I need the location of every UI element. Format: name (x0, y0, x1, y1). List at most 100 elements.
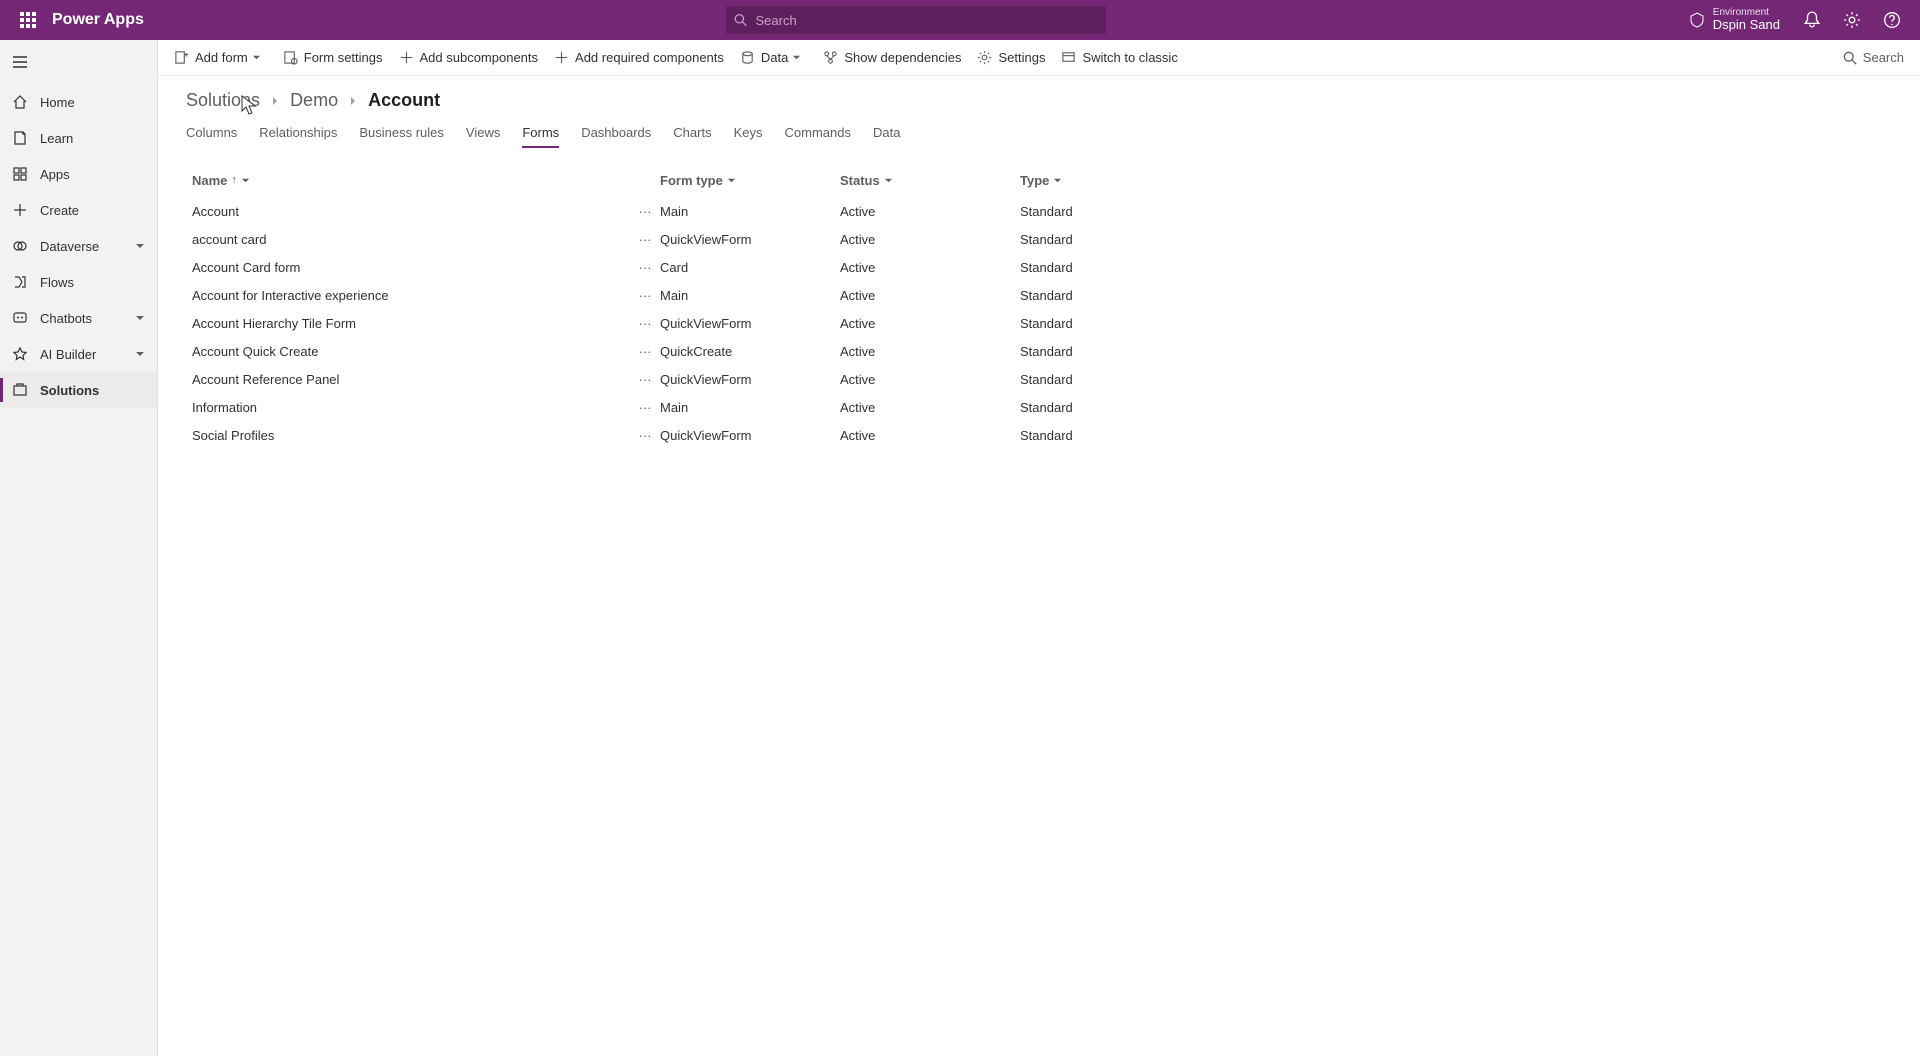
cmd-switch-classic[interactable]: Switch to classic (1061, 50, 1177, 65)
cmd-search[interactable]: Search (1843, 50, 1904, 65)
header-status[interactable]: Status (840, 173, 893, 188)
settings-button[interactable] (1832, 0, 1872, 40)
nav-flows[interactable]: Flows (0, 264, 157, 300)
cmd-data[interactable]: Data (740, 50, 807, 65)
row-more-button[interactable]: ··· (630, 400, 660, 415)
row-more-button[interactable]: ··· (630, 428, 660, 443)
switch-icon (1061, 50, 1076, 65)
breadcrumb: Solutions Demo Account (186, 90, 1892, 111)
header-type[interactable]: Type (1020, 173, 1062, 188)
cell-form-type: QuickCreate (660, 344, 840, 359)
table-row[interactable]: Account Hierarchy Tile Form···QuickViewF… (186, 309, 1892, 337)
cmd-show-dependencies[interactable]: Show dependencies (823, 50, 961, 65)
nav-solutions[interactable]: Solutions (0, 372, 157, 408)
global-search-input[interactable] (756, 13, 1099, 28)
nav-chatbots[interactable]: Chatbots (0, 300, 157, 336)
environment-picker[interactable]: Environment Dspin Sand (1689, 7, 1780, 32)
app-title: Power Apps (52, 11, 144, 29)
cmd-form-settings[interactable]: Form settings (283, 50, 383, 65)
nav-learn[interactable]: Learn (0, 120, 157, 156)
cell-name: account card (190, 232, 630, 247)
tab-columns[interactable]: Columns (186, 119, 237, 148)
nav-home[interactable]: Home (0, 84, 157, 120)
header-label: Name (192, 173, 227, 188)
gear-icon (977, 50, 992, 65)
nav-label: Flows (40, 275, 74, 290)
table-row[interactable]: account card···QuickViewFormActiveStanda… (186, 225, 1892, 253)
tab-forms[interactable]: Forms (522, 119, 559, 148)
cmd-label: Search (1863, 50, 1904, 65)
chevron-down-icon (135, 311, 145, 326)
row-more-button[interactable]: ··· (630, 232, 660, 247)
cell-status: Active (840, 428, 1020, 443)
tab-views[interactable]: Views (466, 119, 500, 148)
chevron-down-icon (1053, 176, 1062, 185)
nav-label: Dataverse (40, 239, 99, 254)
tab-dashboards[interactable]: Dashboards (581, 119, 651, 148)
row-more-button[interactable]: ··· (630, 204, 660, 219)
cell-name: Information (190, 400, 630, 415)
cell-type: Standard (1020, 344, 1200, 359)
table-row[interactable]: Account Card form···CardActiveStandard (186, 253, 1892, 281)
table-row[interactable]: Account Quick Create···QuickCreateActive… (186, 337, 1892, 365)
row-more-button[interactable]: ··· (630, 260, 660, 275)
table-row[interactable]: Information···MainActiveStandard (186, 393, 1892, 421)
row-more-button[interactable]: ··· (630, 372, 660, 387)
breadcrumb-demo[interactable]: Demo (290, 90, 338, 111)
breadcrumb-solutions[interactable]: Solutions (186, 90, 260, 111)
sort-asc-icon: ↑ (231, 174, 237, 186)
ai-builder-icon (12, 346, 28, 362)
row-more-button[interactable]: ··· (630, 316, 660, 331)
row-more-button[interactable]: ··· (630, 288, 660, 303)
cmd-settings[interactable]: Settings (977, 50, 1045, 65)
form-settings-icon (283, 50, 298, 65)
cell-name: Account for Interactive experience (190, 288, 630, 303)
cell-form-type: Main (660, 400, 840, 415)
help-button[interactable] (1872, 0, 1912, 40)
top-bar: Power Apps Environment Dspin Sand (0, 0, 1920, 40)
chevron-right-icon (348, 90, 358, 111)
cmd-add-subcomponents[interactable]: Add subcomponents (399, 50, 539, 65)
cell-type: Standard (1020, 288, 1200, 303)
app-launcher-button[interactable] (8, 0, 48, 40)
nav-collapse-button[interactable] (0, 46, 40, 78)
cell-type: Standard (1020, 316, 1200, 331)
tab-commands[interactable]: Commands (785, 119, 851, 148)
tab-keys[interactable]: Keys (734, 119, 763, 148)
cmd-label: Form settings (304, 50, 383, 65)
search-icon (734, 13, 747, 27)
nav-dataverse[interactable]: Dataverse (0, 228, 157, 264)
tab-relationships[interactable]: Relationships (259, 119, 337, 148)
table-row[interactable]: Social Profiles···QuickViewFormActiveSta… (186, 421, 1892, 449)
bell-icon (1803, 11, 1821, 29)
cmd-add-required[interactable]: Add required components (554, 50, 724, 65)
nav-create[interactable]: Create (0, 192, 157, 228)
tab-charts[interactable]: Charts (673, 119, 711, 148)
cell-form-type: QuickViewForm (660, 428, 840, 443)
nav-ai-builder[interactable]: AI Builder (0, 336, 157, 372)
table-row[interactable]: Account for Interactive experience···Mai… (186, 281, 1892, 309)
nav-label: Create (40, 203, 79, 218)
nav-label: AI Builder (40, 347, 96, 362)
grid-header-row: Name ↑ Form type Stat (186, 163, 1892, 197)
header-form-type[interactable]: Form type (660, 173, 736, 188)
cell-name: Account Reference Panel (190, 372, 630, 387)
table-row[interactable]: Account Reference Panel···QuickViewFormA… (186, 365, 1892, 393)
header-label: Status (840, 173, 880, 188)
row-more-button[interactable]: ··· (630, 344, 660, 359)
cell-status: Active (840, 260, 1020, 275)
nav-apps[interactable]: Apps (0, 156, 157, 192)
header-name[interactable]: Name ↑ (192, 173, 250, 188)
chevron-down-icon (241, 176, 250, 185)
chevron-down-icon (727, 176, 736, 185)
tab-data[interactable]: Data (873, 119, 900, 148)
chevron-down-icon (135, 347, 145, 362)
table-row[interactable]: Account···MainActiveStandard (186, 197, 1892, 225)
notifications-button[interactable] (1792, 0, 1832, 40)
global-search[interactable] (726, 6, 1106, 34)
cmd-add-form[interactable]: Add form (174, 50, 267, 65)
tab-business-rules[interactable]: Business rules (359, 119, 444, 148)
cmd-label: Add subcomponents (420, 50, 539, 65)
chevron-down-icon (135, 239, 145, 254)
cell-form-type: Main (660, 288, 840, 303)
